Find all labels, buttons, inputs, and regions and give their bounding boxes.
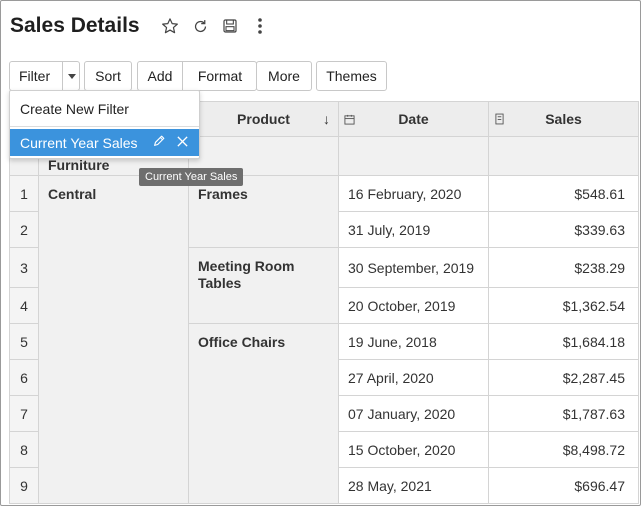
tooltip: Current Year Sales — [139, 168, 244, 186]
table-row: 1 Central Frames 16 February, 2020 $548.… — [9, 175, 639, 504]
menu-divider — [10, 126, 199, 127]
sales-cell: $339.63 — [488, 211, 639, 248]
more-options-icon[interactable] — [250, 16, 270, 36]
filter-label: Filter — [19, 68, 51, 84]
page-title: Sales Details — [10, 14, 140, 37]
date-cell: 07 January, 2020 — [338, 395, 489, 432]
sales-cell: $238.29 — [488, 247, 639, 288]
group-cell — [488, 136, 639, 176]
themes-button[interactable]: Themes — [316, 61, 387, 91]
title-actions — [160, 16, 270, 36]
sales-cell: $696.47 — [488, 467, 639, 504]
product-cell: Office Chairs — [188, 323, 339, 504]
product-header[interactable]: Product ↓ — [188, 101, 339, 137]
create-new-filter-item[interactable]: Create New Filter — [10, 95, 199, 123]
pencil-icon[interactable] — [152, 134, 166, 151]
measure-icon — [494, 112, 504, 125]
row-number: 9 — [9, 467, 39, 504]
sales-header[interactable]: Sales — [488, 101, 639, 137]
row-number: 8 — [9, 431, 39, 468]
sales-cell: $1,684.18 — [488, 323, 639, 360]
row-number: 3 — [9, 247, 39, 288]
date-header-label: Date — [398, 111, 429, 127]
product-header-label: Product — [237, 111, 290, 127]
sort-desc-icon[interactable]: ↓ — [323, 111, 330, 127]
filter-divider — [62, 62, 63, 90]
product-cell: Meeting Room Tables — [188, 247, 339, 324]
refresh-icon[interactable] — [190, 16, 210, 36]
close-icon[interactable] — [176, 135, 189, 151]
calendar-icon — [344, 112, 355, 125]
chevron-down-icon[interactable] — [68, 74, 76, 79]
date-cell: 16 February, 2020 — [338, 175, 489, 212]
date-cell: 28 May, 2021 — [338, 467, 489, 504]
filter-button[interactable]: Filter — [9, 61, 80, 91]
date-cell: 15 October, 2020 — [338, 431, 489, 468]
row-number: 5 — [9, 323, 39, 360]
product-cell: Frames — [188, 175, 339, 248]
sales-cell: $1,362.54 — [488, 287, 639, 324]
sales-cell: $2,287.45 — [488, 359, 639, 396]
region-cell: Central — [38, 175, 189, 504]
date-cell: 31 July, 2019 — [338, 211, 489, 248]
star-icon[interactable] — [160, 16, 180, 36]
format-button[interactable]: Format — [183, 68, 257, 84]
date-header[interactable]: Date — [338, 101, 489, 137]
filter-dropdown-menu: Create New Filter Current Year Sales — [9, 90, 200, 159]
add-format-group: Add Format — [137, 61, 257, 91]
date-cell: 19 June, 2018 — [338, 323, 489, 360]
row-number: 4 — [9, 287, 39, 324]
row-number: 1 — [9, 175, 39, 212]
date-cell: 20 October, 2019 — [338, 287, 489, 324]
filter-item-label: Current Year Sales — [20, 134, 138, 151]
add-button[interactable]: Add — [138, 68, 182, 84]
sales-cell: $548.61 — [488, 175, 639, 212]
sales-cell: $8,498.72 — [488, 431, 639, 468]
row-number: 6 — [9, 359, 39, 396]
row-number: 2 — [9, 211, 39, 248]
current-year-sales-filter-item[interactable]: Current Year Sales — [10, 129, 199, 156]
row-number: 7 — [9, 395, 39, 432]
date-cell: 27 April, 2020 — [338, 359, 489, 396]
more-button[interactable]: More — [256, 61, 312, 91]
sales-header-label: Sales — [545, 111, 582, 127]
save-icon[interactable] — [220, 16, 240, 36]
date-cell: 30 September, 2019 — [338, 247, 489, 288]
sort-button[interactable]: Sort — [84, 61, 132, 91]
sales-table: Product ↓ Date Sales Furniture 1 Central… — [9, 101, 639, 504]
group-cell — [338, 136, 489, 176]
sales-cell: $1,787.63 — [488, 395, 639, 432]
